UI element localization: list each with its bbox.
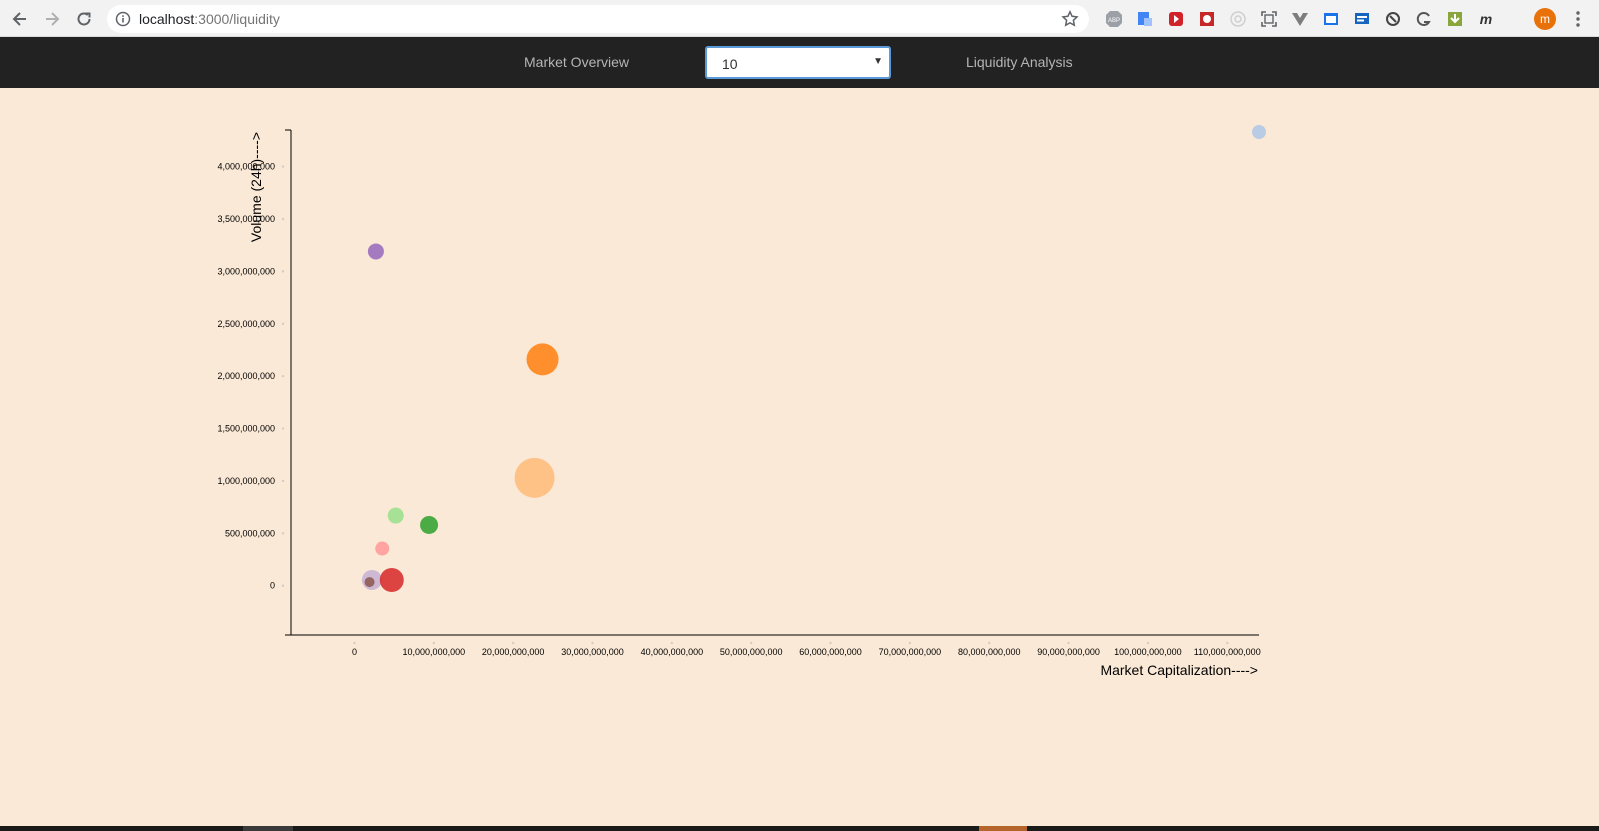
x-tick-mark [511, 641, 515, 645]
chevron-down-icon: ▼ [873, 56, 883, 67]
address-bar[interactable]: localhost:3000/liquidity [107, 5, 1089, 33]
x-tick-label: 0 [352, 647, 357, 657]
x-tick-label: 30,000,000,000 [561, 647, 624, 657]
screenshot-extension-icon[interactable] [1258, 9, 1279, 30]
x-tick-mark [1226, 641, 1229, 645]
data-points [361, 125, 1266, 592]
scatter-point[interactable] [367, 243, 384, 260]
nav-market-overview[interactable]: Market Overview [524, 54, 629, 70]
scatter-point[interactable] [1252, 125, 1266, 139]
app-navbar: Market Overview 10 ▼ Liquidity Analysis [0, 37, 1599, 88]
y-axis-label: Volume (24h)----> [248, 132, 264, 242]
reload-icon[interactable] [68, 3, 100, 35]
back-icon[interactable] [4, 3, 36, 35]
select-value: 10 [722, 56, 738, 72]
x-tick-mark [670, 641, 674, 645]
y-tick-mark [281, 479, 285, 483]
profile-avatar[interactable]: m [1534, 8, 1556, 30]
x-tick-mark [591, 641, 594, 645]
x-tick-label: 70,000,000,000 [879, 647, 942, 657]
y-tick-label: 0 [270, 581, 275, 591]
y-tick-label: 3,500,000,000 [217, 214, 275, 224]
browser-toolbar: localhost:3000/liquidity ABP m m [0, 0, 1599, 37]
download-extension-icon[interactable] [1444, 9, 1465, 30]
url-text: localhost:3000/liquidity [139, 11, 280, 27]
y-tick-label: 1,500,000,000 [217, 424, 275, 434]
window-extension-icon[interactable] [1320, 9, 1341, 30]
x-tick-label: 10,000,000,000 [403, 647, 466, 657]
x-tick-mark [749, 641, 753, 645]
os-taskbar [0, 826, 1599, 831]
x-tick-mark [432, 641, 436, 645]
y-tick-mark [281, 584, 285, 587]
x-axis-label: Market Capitalization----> [1100, 662, 1258, 678]
chat-extension-icon[interactable] [1351, 9, 1372, 30]
liquidity-chart: 0 10,000,000,000 20,000,000,000 30,000,000,… [0, 88, 1599, 826]
scatter-point[interactable] [387, 507, 404, 524]
x-tick-label: 90,000,000,000 [1037, 647, 1100, 657]
scatter-point[interactable] [420, 515, 439, 534]
x-tick-mark [353, 641, 356, 645]
url-host: localhost [139, 11, 195, 27]
x-tick-mark [908, 641, 912, 645]
y-tick-mark [281, 217, 285, 221]
scatter-point[interactable] [364, 577, 375, 588]
y-tick-label: 2,500,000,000 [217, 319, 275, 329]
m-extension-icon[interactable]: m [1475, 9, 1496, 30]
vue-extension-icon[interactable] [1289, 9, 1310, 30]
x-tick-mark [988, 641, 991, 645]
bookmark-star-icon[interactable] [1061, 10, 1079, 28]
x-tick-label: 60,000,000,000 [799, 647, 862, 657]
coin-count-select[interactable]: 10 ▼ [705, 46, 891, 79]
x-tick-label: 50,000,000,000 [720, 647, 783, 657]
adblock-extension-icon[interactable]: ABP [1103, 9, 1124, 30]
x-tick-label: 80,000,000,000 [958, 647, 1021, 657]
translate-extension-icon[interactable] [1134, 9, 1155, 30]
sync-extension-icon[interactable] [1382, 9, 1403, 30]
y-tick-label: 4,000,000,000 [217, 162, 275, 172]
y-tick-mark [281, 270, 285, 273]
browser-menu-icon[interactable] [1572, 9, 1584, 29]
x-tick-mark [829, 641, 832, 645]
y-tick-mark [281, 374, 285, 378]
info-icon[interactable] [115, 11, 131, 27]
x-tick-label: 100,000,000,000 [1114, 647, 1182, 657]
puzzle-extension-icon[interactable] [1196, 9, 1217, 30]
x-axis: 0 10,000,000,000 20,000,000,000 30,000,000,… [285, 634, 1261, 657]
x-tick-mark [1146, 641, 1150, 645]
forward-icon[interactable] [36, 3, 68, 35]
url-path: :3000/liquidity [194, 11, 280, 27]
grammar-extension-icon[interactable] [1413, 9, 1434, 30]
svg-text:m: m [1479, 11, 1491, 27]
nav-liquidity-analysis[interactable]: Liquidity Analysis [966, 54, 1073, 70]
y-tick-label: 1,000,000,000 [217, 476, 275, 486]
y-tick-mark [281, 532, 285, 535]
scatter-plot: 0 10,000,000,000 20,000,000,000 30,000,000,… [217, 125, 1266, 678]
y-tick-mark [281, 322, 285, 325]
y-tick-label: 3,000,000,000 [217, 266, 275, 276]
scatter-point[interactable] [375, 541, 390, 556]
scatter-point[interactable] [526, 343, 559, 376]
scatter-point[interactable] [379, 567, 404, 592]
taskbar-item[interactable] [243, 826, 293, 831]
y-tick-label: 2,000,000,000 [217, 371, 275, 381]
x-tick-mark [1067, 641, 1070, 645]
x-tick-label: 20,000,000,000 [482, 647, 545, 657]
media-extension-icon[interactable] [1165, 9, 1186, 30]
target-extension-icon[interactable] [1227, 9, 1248, 30]
x-tick-label: 40,000,000,000 [641, 647, 704, 657]
x-tick-label: 110,000,000,000 [1194, 647, 1261, 657]
y-tick-label: 500,000,000 [225, 528, 275, 538]
y-tick-mark [281, 427, 285, 430]
svg-text:ABP: ABP [1107, 18, 1119, 24]
extensions-area: ABP m [1103, 8, 1496, 30]
y-tick-mark [281, 165, 285, 168]
taskbar-item-active[interactable] [979, 826, 1027, 831]
scatter-point[interactable] [514, 457, 555, 498]
